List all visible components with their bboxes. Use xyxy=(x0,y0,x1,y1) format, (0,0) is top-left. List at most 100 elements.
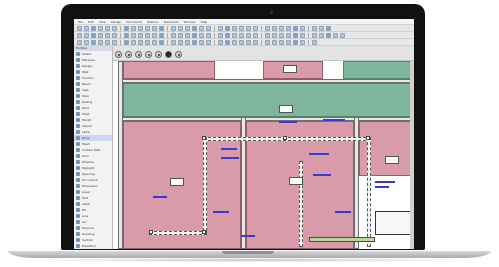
view-control-button[interactable] xyxy=(145,51,152,58)
toolbar-button[interactable] xyxy=(279,39,284,45)
duct-run[interactable] xyxy=(299,161,303,247)
toolbar-button[interactable] xyxy=(178,32,183,38)
toolbar-button[interactable] xyxy=(340,32,345,38)
annotation-tag[interactable] xyxy=(309,153,329,155)
zone-corridor[interactable] xyxy=(123,83,414,117)
menu-item[interactable]: Edit xyxy=(88,19,94,24)
toolbar-button[interactable] xyxy=(159,25,164,31)
toolbar-button[interactable] xyxy=(218,25,223,31)
annotation-tag[interactable] xyxy=(279,121,297,123)
annotation-tag[interactable] xyxy=(221,157,239,159)
toolbar-button[interactable] xyxy=(185,32,190,38)
menu-item[interactable]: View xyxy=(99,19,106,24)
annotation-tag[interactable] xyxy=(221,148,237,150)
toolbar-button[interactable] xyxy=(145,39,150,45)
toolbar-button[interactable] xyxy=(199,39,204,45)
floor-plan-canvas[interactable] xyxy=(113,61,414,249)
toolbar-button[interactable] xyxy=(246,25,251,31)
toolbar-button[interactable] xyxy=(293,25,298,31)
toolbar-button[interactable] xyxy=(91,39,96,45)
toolbar-button[interactable] xyxy=(124,39,129,45)
toolbar-button[interactable] xyxy=(286,25,291,31)
annotation-tag[interactable] xyxy=(313,174,331,176)
menu-item[interactable]: Teamwork xyxy=(163,19,178,24)
toolbar-button[interactable] xyxy=(77,25,82,31)
toolbar-button[interactable] xyxy=(232,32,237,38)
menu-item[interactable]: File xyxy=(78,19,83,24)
toolbar-button[interactable] xyxy=(206,32,211,38)
duct-run[interactable] xyxy=(367,137,371,247)
toolbar-button[interactable] xyxy=(124,25,129,31)
toolbar-button[interactable] xyxy=(286,39,291,45)
toolbar-button[interactable] xyxy=(272,32,277,38)
view-control-button[interactable] xyxy=(125,51,132,58)
duct-node[interactable] xyxy=(366,136,370,140)
toolbar-button[interactable] xyxy=(138,32,143,38)
toolbar-button[interactable] xyxy=(185,25,190,31)
toolbar-button[interactable] xyxy=(300,39,305,45)
toolbar-button[interactable] xyxy=(218,32,223,38)
room-label[interactable] xyxy=(279,105,293,113)
vertical-scrollbar[interactable] xyxy=(410,61,414,249)
toolbar-button[interactable] xyxy=(91,25,96,31)
toolbar-button[interactable] xyxy=(272,39,277,45)
toolbar-button[interactable] xyxy=(253,32,258,38)
toolbar-button[interactable] xyxy=(131,32,136,38)
toolbar-button[interactable] xyxy=(84,32,89,38)
toolbar-button[interactable] xyxy=(326,32,331,38)
toolbar-button[interactable] xyxy=(265,25,270,31)
toolbar-button[interactable] xyxy=(272,25,277,31)
view-control-button[interactable] xyxy=(165,51,172,58)
view-control-button[interactable] xyxy=(155,51,162,58)
annotation-tag[interactable] xyxy=(241,235,255,237)
toolbar-button[interactable] xyxy=(145,32,150,38)
toolbar-button[interactable] xyxy=(192,32,197,38)
toolbar-button[interactable] xyxy=(312,32,317,38)
annotation-tag[interactable] xyxy=(153,196,167,198)
toolbar-button[interactable] xyxy=(124,32,129,38)
toolbar-button[interactable] xyxy=(138,39,143,45)
toolbar-button[interactable] xyxy=(300,25,305,31)
toolbar-button[interactable] xyxy=(265,39,270,45)
wall[interactable] xyxy=(121,79,414,83)
room-label[interactable] xyxy=(170,178,184,186)
toolbar-button[interactable] xyxy=(293,39,298,45)
selected-duct-segment[interactable] xyxy=(309,237,375,242)
view-control-button[interactable] xyxy=(175,51,182,58)
toolbar-button[interactable] xyxy=(171,25,176,31)
toolbar-button[interactable] xyxy=(232,25,237,31)
toolbar-button[interactable] xyxy=(159,39,164,45)
annotation-tag[interactable] xyxy=(375,186,389,188)
toolbar-button[interactable] xyxy=(199,32,204,38)
view-control-button[interactable] xyxy=(135,51,142,58)
toolbar-button[interactable] xyxy=(152,32,157,38)
toolbar-button[interactable] xyxy=(152,39,157,45)
annotation-tag[interactable] xyxy=(335,211,351,213)
toolbar-button[interactable] xyxy=(138,25,143,31)
toolbar-button[interactable] xyxy=(206,25,211,31)
toolbar-button[interactable] xyxy=(112,32,117,38)
toolbar-button[interactable] xyxy=(178,25,183,31)
duct-run[interactable] xyxy=(203,137,371,141)
toolbar-button[interactable] xyxy=(105,32,110,38)
toolbar-button[interactable] xyxy=(171,39,176,45)
toolbar-button[interactable] xyxy=(131,39,136,45)
toolbar-button[interactable] xyxy=(199,25,204,31)
toolbar-button[interactable] xyxy=(131,25,136,31)
toolbar-button[interactable] xyxy=(84,25,89,31)
toolbar-button[interactable] xyxy=(286,32,291,38)
toolbar-button[interactable] xyxy=(178,39,183,45)
toolbar-button[interactable] xyxy=(98,39,103,45)
menu-item[interactable]: Window xyxy=(184,19,196,24)
wall[interactable] xyxy=(118,61,123,249)
wall[interactable] xyxy=(121,117,414,121)
duct-run[interactable] xyxy=(203,137,207,231)
duct-run[interactable] xyxy=(149,231,207,235)
toolbar-button[interactable] xyxy=(300,32,305,38)
toolbar-button[interactable] xyxy=(312,25,317,31)
toolbar-button[interactable] xyxy=(225,32,230,38)
toolbar-button[interactable] xyxy=(279,25,284,31)
toolbar-button[interactable] xyxy=(112,25,117,31)
toolbar-button[interactable] xyxy=(192,39,197,45)
toolbar-button[interactable] xyxy=(246,39,251,45)
